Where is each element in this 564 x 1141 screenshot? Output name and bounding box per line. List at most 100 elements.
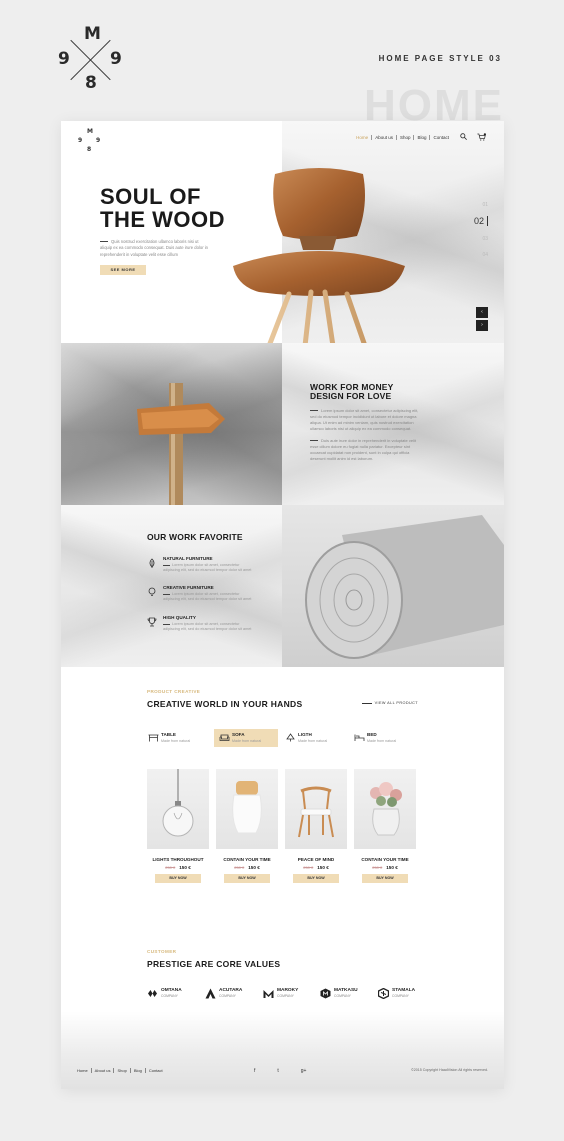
brand-sub: COMPANY: [277, 994, 294, 998]
product-name[interactable]: CONTAIN YOUR TIME: [216, 857, 278, 862]
site-logo[interactable]: M 9 9 8: [77, 129, 101, 153]
brand-name: OMTANA: [161, 988, 182, 993]
footer-nav-contact[interactable]: Contact: [146, 1068, 166, 1073]
acutara-logo-icon: [205, 988, 216, 999]
product-image-flowers[interactable]: [354, 769, 416, 849]
price: 150 €: [386, 865, 398, 870]
table-icon: [148, 734, 159, 742]
clients-eyebrow: CUSTOMER: [147, 949, 177, 954]
see-more-button[interactable]: SEE MORE: [100, 265, 146, 275]
buy-now-button[interactable]: BUY NOW: [293, 874, 339, 883]
work-paragraph-1: Lorem ipsum dolor sit amet, consectetur …: [310, 408, 420, 432]
hero-section: M 9 9 8 Home About us Shop Blog Contact …: [61, 121, 504, 346]
logo-letter-bottom: 8: [87, 146, 92, 153]
header-icons: [460, 133, 486, 141]
line-decoration: [361, 702, 372, 704]
category-table[interactable]: TABLE Made from natural: [143, 729, 207, 747]
category-light[interactable]: LIGTH Made from natural: [280, 729, 344, 747]
product-image-vase-lamp[interactable]: [216, 769, 278, 849]
buy-now-button[interactable]: BUY NOW: [224, 874, 270, 883]
product-name[interactable]: LIGHTS THROUGHOUT: [147, 857, 209, 862]
nav-item-blog[interactable]: Blog: [414, 135, 431, 140]
category-name: BED: [367, 732, 377, 737]
nav-item-shop[interactable]: Shop: [397, 135, 415, 140]
pager-item[interactable]: 01: [474, 197, 488, 213]
facebook-icon[interactable]: f: [254, 1068, 255, 1074]
copyright-text: ©2015 Copyright HaadVision All rights re…: [411, 1068, 488, 1072]
favorites-title: OUR WORK FAVORITE: [147, 532, 243, 542]
price: 150 €: [248, 865, 260, 870]
logo-letter-right: 9: [96, 137, 101, 144]
hero-pager: 01 02 03 04: [473, 197, 488, 263]
product-image-chair[interactable]: [285, 769, 347, 849]
footer-nav-home[interactable]: Home: [77, 1068, 92, 1073]
buy-now-button[interactable]: BUY NOW: [155, 874, 201, 883]
product-price: 250 €150 €: [354, 865, 416, 870]
product-card: CONTAIN YOUR TIME 250 €150 € BUY NOW: [216, 769, 278, 883]
pager-item[interactable]: 03: [474, 231, 488, 247]
leaf-icon: [149, 558, 155, 568]
brand-sub: COMPANY: [219, 994, 236, 998]
page-mockup: M 9 9 8 Home About us Shop Blog Contact …: [61, 121, 504, 1089]
sofa-icon: [219, 734, 230, 741]
omtana-logo-icon: [148, 990, 157, 997]
view-all-products-link[interactable]: VIEW ALL PRODUCT: [361, 701, 418, 705]
work-title-line2: DESIGN FOR LOVE: [310, 391, 392, 401]
matkasu-logo-icon: [320, 988, 331, 999]
dash-decoration: [163, 623, 170, 625]
product-price: 250 €150 €: [285, 865, 347, 870]
footer-nav-blog[interactable]: Blog: [131, 1068, 146, 1073]
category-sofa[interactable]: SOFA Made from natural: [214, 729, 278, 747]
old-price: 250 €: [303, 865, 314, 870]
nav-item-home[interactable]: Home: [353, 135, 373, 140]
footer-nav-about[interactable]: About us: [92, 1068, 115, 1073]
category-name: SOFA: [232, 732, 245, 737]
product-name[interactable]: PEACE OF MIND: [285, 857, 347, 862]
footer-nav-shop[interactable]: Shop: [114, 1068, 131, 1073]
old-price: 250 €: [234, 865, 245, 870]
search-icon[interactable]: [460, 133, 467, 140]
work-title: WORK FOR MONEY DESIGN FOR LOVE: [310, 383, 394, 401]
product-name[interactable]: CONTAIN YOUR TIME: [354, 857, 416, 862]
product-image-bulb[interactable]: [147, 769, 209, 849]
price: 150 €: [317, 865, 329, 870]
brand-name: STAMALA: [392, 988, 416, 993]
hero-text: Quis nostrud exercitation ullamco labori…: [100, 239, 209, 257]
nav-item-contact[interactable]: Contact: [430, 135, 452, 140]
dash-decoration: [310, 410, 318, 412]
feature-text: Lorem ipsum dolor sit amet, consectetur …: [163, 563, 252, 573]
style-label: HOME PAGE STYLE 03: [378, 54, 502, 63]
feature-text: Lorem ipsum dolor sit amet, consectetur …: [163, 592, 252, 602]
buy-now-button[interactable]: BUY NOW: [362, 874, 408, 883]
category-bed[interactable]: BED Made from natural: [349, 729, 413, 747]
next-arrow-button[interactable]: ›: [476, 320, 488, 331]
wood-log-image: [282, 505, 504, 667]
cart-icon[interactable]: [477, 133, 486, 141]
google-plus-icon[interactable]: g+: [301, 1068, 307, 1074]
flower-vase-illustration: [370, 782, 402, 836]
category-sub: Made from natural: [161, 739, 191, 743]
logo-letter-bottom: 8: [85, 73, 97, 93]
category-name: LIGTH: [298, 732, 312, 737]
products-title: CREATIVE WORLD IN YOUR HANDS: [147, 699, 303, 709]
product-card: CONTAIN YOUR TIME 250 €150 € BUY NOW: [354, 769, 416, 883]
feature-description: Lorem ipsum dolor sit amet, consectetur …: [163, 622, 257, 633]
pager-item-current[interactable]: 02: [473, 216, 488, 226]
feature-title: CREATIVE FURNITURE: [163, 585, 214, 590]
work-text-1: Lorem ipsum dolor sit amet, consectetur …: [310, 408, 419, 431]
work-panel: WORK FOR MONEY DESIGN FOR LOVE Lorem ips…: [282, 343, 504, 505]
products-eyebrow: PRODUCT CREATIVE: [147, 689, 201, 694]
product-price: 250 €150 €: [147, 865, 209, 870]
brand-sub: COMPANY: [161, 994, 178, 998]
category-name: TABLE: [161, 732, 176, 737]
twitter-icon[interactable]: t: [277, 1068, 278, 1074]
logo-letter-right: 9: [110, 49, 122, 69]
feature-title: NATURAL FURNITURE: [163, 556, 213, 561]
prev-arrow-button[interactable]: ‹: [476, 307, 488, 318]
work-section: WORK FOR MONEY DESIGN FOR LOVE Lorem ips…: [61, 343, 504, 505]
nav-item-about[interactable]: About us: [372, 135, 397, 140]
vase-lamp-illustration: [232, 781, 262, 834]
pager-item[interactable]: 04: [474, 247, 488, 263]
lamp-icon: [286, 733, 295, 742]
main-nav: Home About us Shop Blog Contact: [353, 135, 452, 140]
